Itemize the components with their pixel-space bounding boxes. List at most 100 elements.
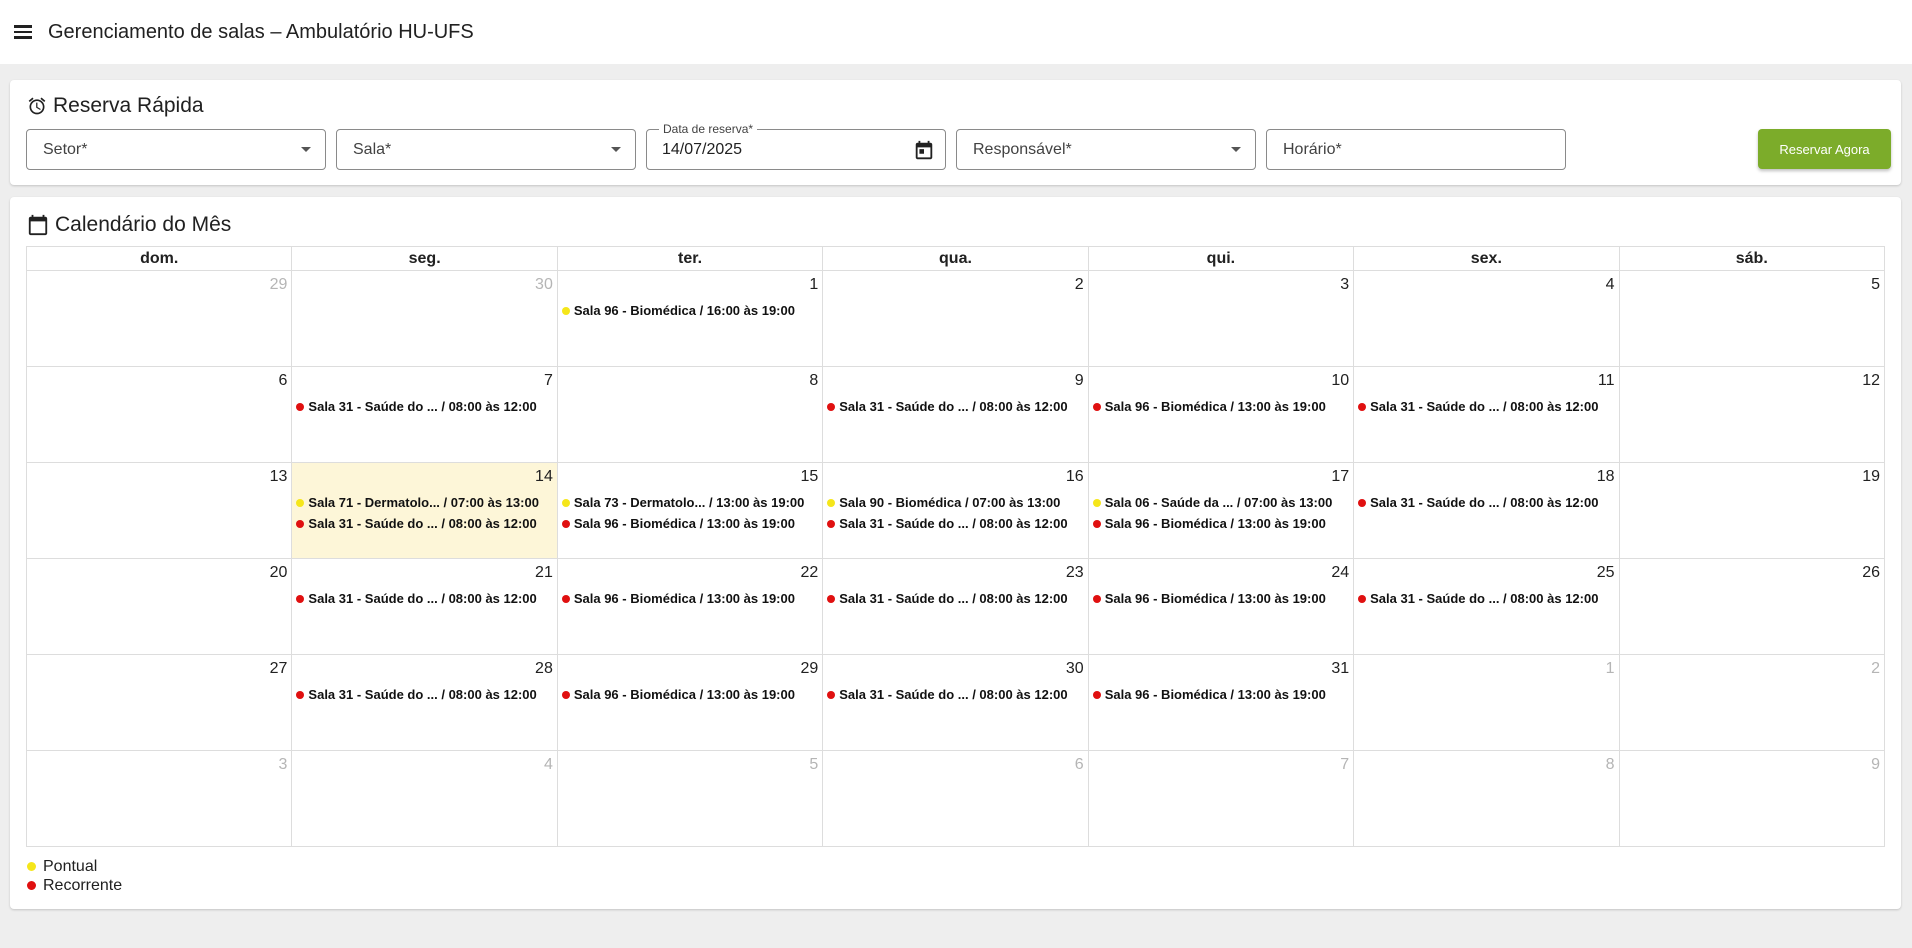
calendar-day-cell[interactable]: 31 Sala 96 - Biomédica / 13:00 às 19:00 [1087, 654, 1355, 751]
event-item[interactable]: Sala 96 - Biomédica / 13:00 às 19:00 [1092, 513, 1349, 534]
calendar-day-cell[interactable]: 29 [25, 270, 293, 367]
calendar-day-cell[interactable]: 11 Sala 31 - Saúde do ... / 08:00 às 12:0… [1353, 366, 1620, 463]
event-item[interactable]: Sala 71 - Dermatolo... / 07:00 às 13:00 [296, 492, 552, 513]
calendar-day-cell-today[interactable]: 14 Sala 71 - Dermatolo... / 07:00 às 13:0… [291, 462, 558, 559]
calendar-day-cell[interactable]: 7 [1087, 750, 1355, 847]
day-number: 29 [800, 660, 819, 677]
date-field[interactable]: Data de reserva* 14/07/2025 [646, 122, 946, 170]
sala-select[interactable]: Sala* [336, 129, 636, 170]
event-item[interactable]: Sala 31 - Saúde do ... / 08:00 às 12:00 [1358, 396, 1614, 417]
recorrente-dot-icon [561, 690, 570, 699]
calendar-day-cell[interactable]: 20 [25, 558, 293, 655]
event-item[interactable]: Sala 96 - Biomédica / 13:00 às 19:00 [561, 513, 818, 534]
calendar-day-cell[interactable]: 18 Sala 31 - Saúde do ... / 08:00 às 12:0… [1353, 462, 1620, 559]
event-text: Sala 90 - Biomédica / 07:00 às 13:00 [839, 495, 1061, 510]
event-item[interactable]: Sala 06 - Saúde da ... / 07:00 às 13:00 [1092, 492, 1349, 513]
event-item[interactable]: Sala 96 - Biomédica / 13:00 às 19:00 [1092, 684, 1349, 705]
legend-item-recorrente: Recorrente [26, 876, 122, 895]
calendar-day-cell[interactable]: 28 Sala 31 - Saúde do ... / 08:00 às 12:0… [291, 654, 558, 751]
event-item[interactable]: Sala 96 - Biomédica / 13:00 às 19:00 [561, 684, 818, 705]
recorrente-dot-icon [1358, 498, 1367, 507]
setor-select[interactable]: Setor* [26, 129, 326, 170]
event-item[interactable]: Sala 31 - Saúde do ... / 08:00 às 12:00 [296, 684, 552, 705]
dropdown-arrow-icon [611, 147, 621, 152]
calendar-picker-icon[interactable] [913, 140, 935, 167]
event-text: Sala 31 - Saúde do ... / 08:00 às 12:00 [1370, 399, 1599, 414]
event-item[interactable]: Sala 31 - Saúde do ... / 08:00 às 12:00 [827, 513, 1083, 534]
setor-label: Setor* [43, 140, 88, 158]
calendar-day-cell[interactable]: 23 Sala 31 - Saúde do ... / 08:00 às 12:0… [822, 558, 1089, 655]
event-text: Sala 31 - Saúde do ... / 08:00 às 12:00 [839, 687, 1068, 702]
calendar-day-cell[interactable]: 30 [291, 270, 558, 367]
event-item[interactable]: Sala 96 - Biomédica / 13:00 às 19:00 [561, 588, 818, 609]
calendar-day-cell[interactable]: 7 Sala 31 - Saúde do ... / 08:00 às 12:00 [291, 366, 558, 463]
calendar-day-cell[interactable]: 19 [1618, 462, 1886, 559]
calendar-day-cell[interactable]: 29 Sala 96 - Biomédica / 13:00 às 19:00 [556, 654, 824, 751]
event-text: Sala 71 - Dermatolo... / 07:00 às 13:00 [308, 495, 539, 510]
pontual-dot-icon [561, 498, 570, 507]
event-text: Sala 31 - Saúde do ... / 08:00 às 12:00 [839, 591, 1068, 606]
recorrente-dot-icon [827, 690, 836, 699]
event-item[interactable]: Sala 31 - Saúde do ... / 08:00 às 12:00 [296, 513, 552, 534]
calendar-day-cell[interactable]: 22 Sala 96 - Biomédica / 13:00 às 19:00 [556, 558, 824, 655]
event-item[interactable]: Sala 73 - Dermatolo... / 13:00 às 19:00 [561, 492, 818, 513]
calendar-day-cell[interactable]: 5 [556, 750, 824, 847]
recorrente-dot-icon [27, 881, 36, 890]
day-number: 4 [1605, 276, 1615, 293]
reserve-now-button[interactable]: Reservar Agora [1758, 129, 1891, 169]
event-item[interactable]: Sala 96 - Biomédica / 13:00 às 19:00 [1092, 588, 1349, 609]
day-number: 31 [1331, 660, 1350, 677]
day-number: 24 [1331, 564, 1350, 581]
event-text: Sala 96 - Biomédica / 13:00 às 19:00 [573, 687, 795, 702]
responsavel-select[interactable]: Responsável* [956, 129, 1256, 170]
calendar-day-cell[interactable]: 9 [1618, 750, 1886, 847]
event-item[interactable]: Sala 96 - Biomédica / 13:00 às 19:00 [1092, 396, 1349, 417]
calendar-day-cell[interactable]: 9 Sala 31 - Saúde do ... / 08:00 às 12:00 [822, 366, 1089, 463]
menu-icon[interactable] [14, 23, 36, 41]
event-list: Sala 96 - Biomédica / 13:00 às 19:00 [561, 588, 818, 609]
calendar-day-cell[interactable]: 8 [1353, 750, 1620, 847]
event-item[interactable]: Sala 31 - Saúde do ... / 08:00 às 12:00 [827, 684, 1083, 705]
month-calendar-title: Calendário do Mês [55, 213, 232, 236]
pontual-dot-icon [27, 862, 36, 871]
event-item[interactable]: Sala 90 - Biomédica / 07:00 às 13:00 [827, 492, 1083, 513]
day-number: 2 [1871, 660, 1880, 677]
calendar-day-cell[interactable]: 16 Sala 90 - Biomédica / 07:00 às 13:00 Sa… [822, 462, 1089, 559]
calendar-day-cell[interactable]: 3 [1087, 270, 1355, 367]
sala-label: Sala* [353, 140, 392, 158]
calendar-day-cell[interactable]: 6 [25, 366, 293, 463]
calendar-day-cell[interactable]: 1 Sala 96 - Biomédica / 16:00 às 19:00 [556, 270, 824, 367]
horario-field[interactable]: Horário* [1266, 129, 1566, 170]
month-calendar-header: Calendário do Mês [27, 213, 231, 237]
calendar-day-cell[interactable]: 5 [1618, 270, 1886, 367]
calendar-day-cell[interactable]: 2 [822, 270, 1089, 367]
calendar-day-cell[interactable]: 25 Sala 31 - Saúde do ... / 08:00 às 12:0… [1353, 558, 1620, 655]
calendar-day-cell[interactable]: 26 [1618, 558, 1886, 655]
calendar-day-cell[interactable]: 10 Sala 96 - Biomédica / 13:00 às 19:00 [1087, 366, 1355, 463]
event-item[interactable]: Sala 31 - Saúde do ... / 08:00 às 12:00 [827, 588, 1083, 609]
calendar-day-cell[interactable]: 24 Sala 96 - Biomédica / 13:00 às 19:00 [1087, 558, 1355, 655]
event-item[interactable]: Sala 31 - Saúde do ... / 08:00 às 12:00 [1358, 492, 1614, 513]
event-item[interactable]: Sala 31 - Saúde do ... / 08:00 às 12:00 [296, 588, 552, 609]
event-item[interactable]: Sala 31 - Saúde do ... / 08:00 às 12:00 [827, 396, 1083, 417]
calendar-day-cell[interactable]: 30 Sala 31 - Saúde do ... / 08:00 às 12:0… [822, 654, 1089, 751]
calendar-day-cell[interactable]: 6 [822, 750, 1089, 847]
calendar-day-cell[interactable]: 13 [25, 462, 293, 559]
recorrente-dot-icon [1092, 594, 1101, 603]
calendar-day-cell[interactable]: 8 [556, 366, 824, 463]
calendar-day-cell[interactable]: 4 [291, 750, 558, 847]
calendar-day-cell[interactable]: 27 [25, 654, 293, 751]
calendar-day-cell[interactable]: 17 Sala 06 - Saúde da ... / 07:00 às 13:0… [1087, 462, 1355, 559]
event-item[interactable]: Sala 31 - Saúde do ... / 08:00 às 12:00 [296, 396, 552, 417]
calendar-day-cell[interactable]: 3 [25, 750, 293, 847]
weekday-header: qui. [1087, 246, 1355, 271]
calendar-day-cell[interactable]: 15 Sala 73 - Dermatolo... / 13:00 às 19:0… [556, 462, 824, 559]
calendar-day-cell[interactable]: 2 [1618, 654, 1886, 751]
calendar-day-cell[interactable]: 1 [1353, 654, 1620, 751]
calendar-day-cell[interactable]: 12 [1618, 366, 1886, 463]
recorrente-dot-icon [561, 594, 570, 603]
event-item[interactable]: Sala 31 - Saúde do ... / 08:00 às 12:00 [1358, 588, 1614, 609]
calendar-day-cell[interactable]: 4 [1353, 270, 1620, 367]
calendar-day-cell[interactable]: 21 Sala 31 - Saúde do ... / 08:00 às 12:0… [291, 558, 558, 655]
event-item[interactable]: Sala 96 - Biomédica / 16:00 às 19:00 [561, 300, 818, 321]
